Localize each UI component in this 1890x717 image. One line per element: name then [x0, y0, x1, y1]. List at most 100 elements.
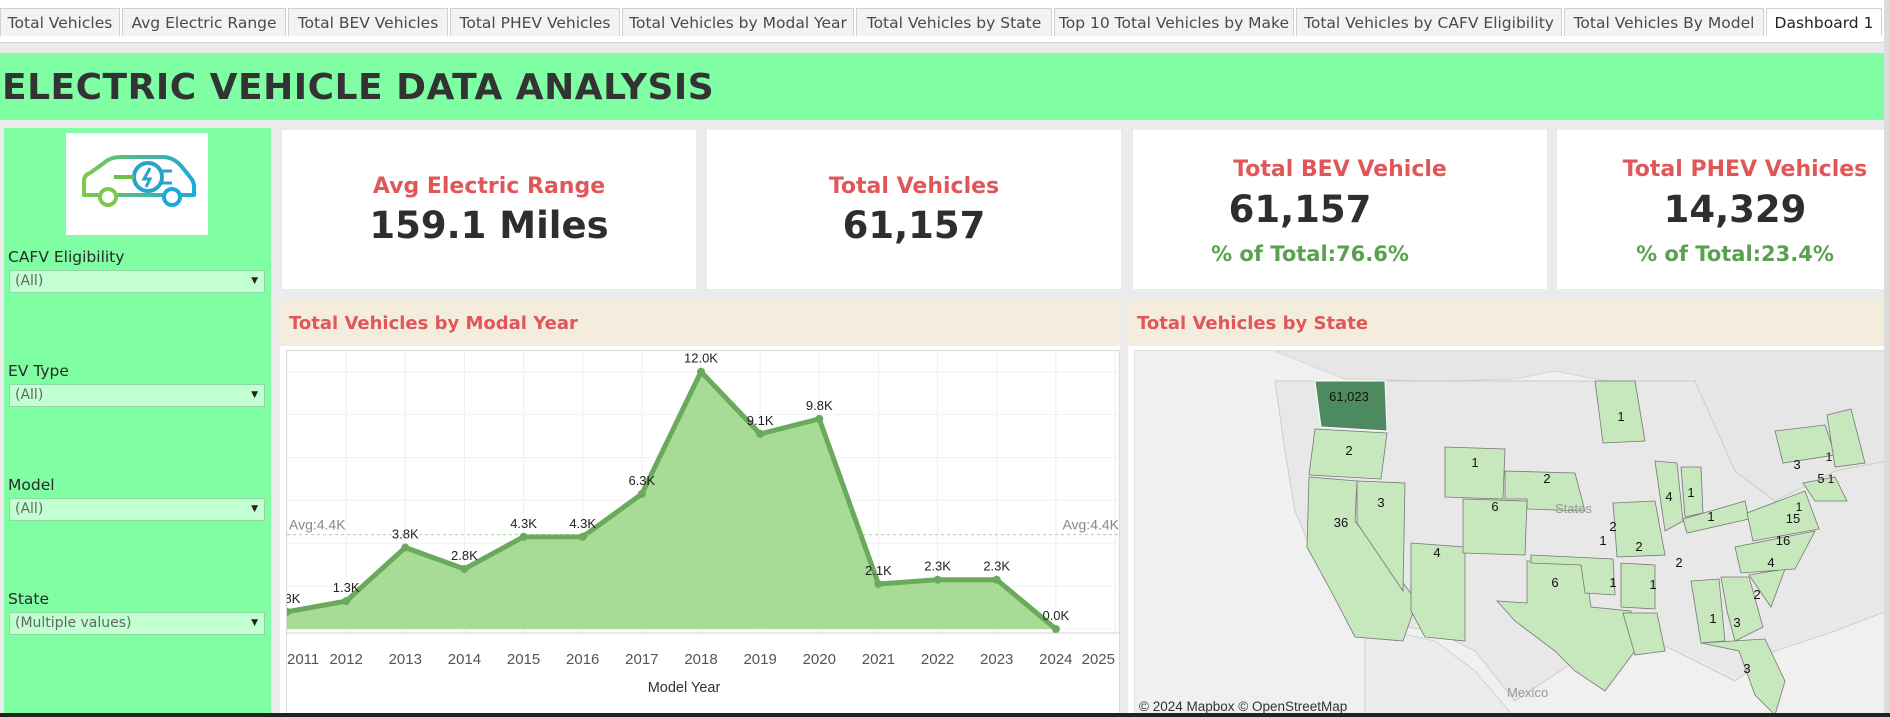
x-tick-label: 2021 — [862, 651, 895, 668]
x-tick-label: 2018 — [684, 651, 717, 668]
data-label: 9.1K — [747, 413, 774, 428]
state-map[interactable]: 61,023 2 36 3 4 1 6 2 6 1 2 2 1 1 4 1 1 … — [1134, 350, 1886, 717]
x-tick-label: 2011 — [287, 651, 319, 668]
svg-text:1: 1 — [1826, 450, 1833, 464]
data-point — [342, 597, 351, 606]
svg-text:2: 2 — [1753, 587, 1760, 602]
data-label: 9.8K — [806, 398, 833, 413]
svg-text:3: 3 — [1743, 661, 1750, 676]
data-point — [401, 543, 410, 552]
kpi-total-vehicles: Total Vehicles 61,157 — [707, 130, 1121, 289]
data-point — [1051, 625, 1060, 633]
x-tick-label: 2012 — [329, 651, 362, 668]
filter-select-cafv[interactable]: (All) ▼ — [9, 270, 265, 293]
kpi-title: Total PHEV Vehicles — [1622, 157, 1868, 182]
dropdown-arrow-icon: ▼ — [251, 618, 258, 628]
kpi-total-phev: Total PHEV Vehicles 14,329 % of Total:23… — [1557, 130, 1885, 289]
svg-text:6: 6 — [1491, 499, 1498, 514]
filter-label-model: Model — [8, 476, 55, 494]
x-tick-label: 2013 — [389, 651, 422, 668]
tab-dashboard-1[interactable]: Dashboard 1 — [1766, 8, 1882, 36]
data-point — [519, 532, 528, 541]
data-point — [578, 532, 587, 541]
svg-text:1: 1 — [1707, 509, 1714, 524]
x-tick-label: 2025 — [1082, 651, 1115, 668]
data-point — [637, 489, 646, 498]
data-label: 4.3K — [510, 516, 537, 531]
filter-select-state[interactable]: (Multiple values) ▼ — [9, 612, 265, 635]
x-tick-label: 2023 — [980, 651, 1013, 668]
filter-select-model[interactable]: (All) ▼ — [9, 498, 265, 521]
x-tick-label: 2015 — [507, 651, 540, 668]
data-point — [874, 579, 883, 588]
tab-total-bev[interactable]: Total BEV Vehicles — [288, 8, 448, 36]
x-tick-label: 2017 — [625, 651, 658, 668]
data-label: 12.0K — [684, 351, 718, 366]
data-point — [815, 414, 824, 423]
us-map[interactable]: 61,023 2 36 3 4 1 6 2 6 1 2 2 1 1 4 1 1 … — [1135, 351, 1886, 717]
data-point — [933, 575, 942, 584]
kpi-title: Total Vehicles — [828, 174, 1000, 199]
data-point — [460, 564, 469, 573]
kpi-value: 61,157 — [1228, 188, 1372, 231]
data-label: 6.3K — [628, 473, 655, 488]
svg-text:4: 4 — [1665, 489, 1672, 504]
svg-text:3: 3 — [1377, 495, 1384, 510]
sheet-tab-bar: Total Vehicles Avg Electric Range Total … — [0, 0, 1890, 43]
kpi-percent: % of Total:76.6% — [1211, 242, 1409, 266]
year-area-chart[interactable]: Avg:4.4K Avg:4.4K 0.8K 1.3K 3.8K 2.8K 4.3K 4.3K… — [274, 351, 1121, 717]
kpi-title: Total BEV Vehicle — [1233, 157, 1447, 182]
tab-avg-electric-range[interactable]: Avg Electric Range — [122, 8, 286, 36]
kpi-value: 14,329 — [1663, 188, 1807, 231]
panel-header: Total Vehicles by Modal Year — [280, 300, 1120, 346]
svg-text:2: 2 — [1675, 555, 1682, 570]
x-tick-label: 2024 — [1039, 651, 1072, 668]
dashboard: Total Vehicles Avg Electric Range Total … — [0, 0, 1890, 717]
data-label: 2.3K — [983, 559, 1010, 574]
filter-sidebar: CAFV Eligibility (All) ▼ EV Type (All) ▼… — [4, 128, 271, 717]
map-label-mexico: Mexico — [1507, 685, 1548, 700]
tab-vehicles-by-year[interactable]: Total Vehicles by Modal Year — [622, 8, 854, 36]
data-label: 0.8K — [287, 591, 301, 606]
panel-vehicles-by-state: Total Vehicles by State 61,023 2 36 3 4 … — [1128, 300, 1886, 717]
data-label: 2.1K — [865, 563, 892, 578]
tab-cafv-eligibility[interactable]: Total Vehicles by CAFV Eligibility — [1296, 8, 1562, 36]
year-chart[interactable]: Avg:4.4K Avg:4.4K 0.8K 1.3K 3.8K 2.8K 4.3K 4.3K… — [274, 350, 1121, 717]
electric-car-plug-icon — [82, 155, 196, 207]
panel-vehicles-by-year: Total Vehicles by Modal Year Avg:4.4K Avg… — [274, 300, 1121, 717]
x-tick-label: 2014 — [448, 651, 481, 668]
svg-text:6: 6 — [1551, 575, 1558, 590]
tab-total-phev[interactable]: Total PHEV Vehicles — [450, 8, 620, 36]
data-label: 0.0K — [1042, 608, 1069, 623]
svg-text:1: 1 — [1617, 409, 1624, 424]
svg-text:2: 2 — [1609, 519, 1616, 534]
map-attribution[interactable]: © 2024 Mapbox © OpenStreetMap — [1139, 699, 1347, 714]
svg-text:1: 1 — [1828, 472, 1835, 486]
svg-text:61,023: 61,023 — [1329, 389, 1369, 404]
vertical-scrollbar[interactable] — [1884, 0, 1890, 717]
data-label: 2.3K — [924, 559, 951, 574]
panel-header: Total Vehicles by State — [1128, 300, 1885, 346]
svg-text:3: 3 — [1793, 457, 1800, 472]
filter-select-ev-type[interactable]: (All) ▼ — [9, 384, 265, 407]
svg-text:2: 2 — [1543, 471, 1550, 486]
tab-top10-make[interactable]: Top 10 Total Vehicles by Make — [1054, 8, 1294, 36]
kpi-avg-electric-range: Avg Electric Range 159.1 Miles — [282, 130, 696, 289]
svg-text:1: 1 — [1609, 575, 1616, 590]
page-title: ELECTRIC VEHICLE DATA ANALYSIS — [2, 67, 715, 108]
data-label: 1.3K — [333, 580, 360, 595]
filter-value-ev-type: (All) — [15, 387, 44, 403]
bottom-border — [0, 713, 1890, 717]
svg-text:4: 4 — [1767, 555, 1774, 570]
tab-vehicles-by-state[interactable]: Total Vehicles by State — [856, 8, 1052, 36]
svg-text:1: 1 — [1709, 611, 1716, 626]
svg-text:16: 16 — [1776, 533, 1790, 548]
x-tick-label: 2022 — [921, 651, 954, 668]
data-point — [697, 367, 705, 376]
kpi-percent: % of Total:23.4% — [1636, 242, 1834, 266]
svg-text:3: 3 — [1733, 615, 1740, 630]
tab-vehicles-by-model[interactable]: Total Vehicles By Model — [1564, 8, 1764, 36]
tab-total-vehicles[interactable]: Total Vehicles — [0, 8, 120, 36]
dropdown-arrow-icon: ▼ — [251, 504, 258, 514]
data-point — [756, 429, 765, 438]
